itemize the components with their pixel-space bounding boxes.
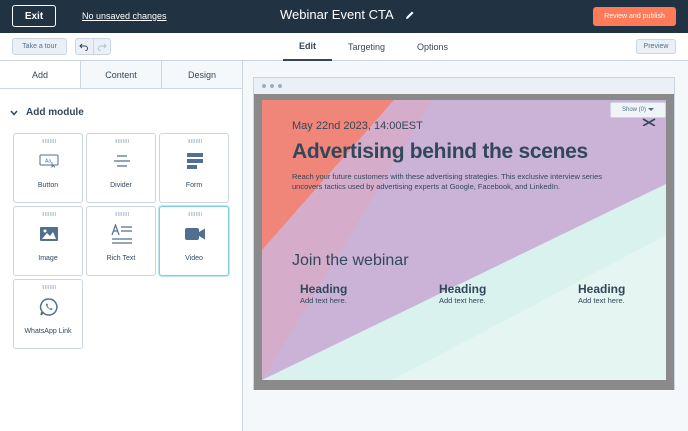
module-tile-whatsapp-link[interactable]: WhatsApp Link [13, 279, 83, 349]
module-label: Form [185, 182, 203, 189]
tab-add[interactable]: Add [0, 61, 80, 88]
drag-handle-icon [115, 139, 129, 143]
column-heading: Heading [578, 282, 626, 296]
undo-icon[interactable] [76, 39, 94, 54]
module-tile-divider[interactable]: Divider [86, 133, 156, 203]
column-heading: Heading [300, 282, 348, 296]
editor-tabs: Edit Targeting Options [283, 33, 464, 61]
tab-content[interactable]: Content [80, 61, 161, 88]
title-group: Webinar Event CTA [280, 7, 416, 22]
page-title: Webinar Event CTA [280, 7, 394, 22]
close-icon[interactable] [642, 118, 656, 126]
pencil-icon[interactable] [404, 9, 416, 21]
image-icon [36, 223, 62, 245]
module-label: Rich Text [106, 255, 136, 262]
divider-icon [109, 150, 135, 172]
module-label: Divider [110, 182, 132, 189]
exit-button[interactable]: Exit [12, 5, 56, 27]
chevron-down-icon [10, 110, 18, 116]
left-panel: Add Content Design Add module Aa Button … [0, 61, 243, 431]
caret-down-icon [648, 108, 654, 111]
cta-column: Heading Add text here. [300, 282, 347, 305]
redo-icon[interactable] [94, 39, 111, 54]
editor-toolbar: Take a tour Edit Targeting Options Previ… [0, 33, 688, 61]
module-label: WhatsApp Link [24, 328, 72, 335]
drag-handle-icon [188, 139, 202, 143]
drag-handle-icon [42, 285, 56, 289]
top-bar: Exit No unsaved changes Webinar Event CT… [0, 0, 688, 33]
column-text: Add text here. [439, 296, 486, 305]
add-module-section-toggle[interactable]: Add module [10, 107, 84, 118]
unsaved-changes-link[interactable]: No unsaved changes [82, 11, 167, 21]
tab-edit[interactable]: Edit [283, 33, 332, 61]
video-icon [182, 223, 208, 245]
show-dropdown-button[interactable]: Show (0) [610, 102, 666, 118]
section-title: Add module [26, 107, 84, 118]
module-tile-form[interactable]: Form [159, 133, 229, 203]
cta-backdrop: Show (0) May 22nd 2023, 14:00EST Adverti… [254, 94, 674, 390]
drag-handle-icon [42, 139, 56, 143]
module-label: Button [37, 182, 59, 189]
cta-popup[interactable]: Show (0) May 22nd 2023, 14:00EST Adverti… [262, 100, 666, 380]
module-tile-video[interactable]: Video [159, 206, 229, 276]
take-a-tour-button[interactable]: Take a tour [12, 38, 67, 55]
column-heading: Heading [439, 282, 487, 296]
cta-column: Heading Add text here. [578, 282, 625, 305]
show-label: Show (0) [621, 107, 646, 113]
svg-text:Aa: Aa [45, 159, 51, 165]
undo-redo-group [75, 38, 111, 55]
window-dot [270, 84, 274, 88]
tab-design[interactable]: Design [161, 61, 242, 88]
cta-headline: Advertising behind the scenes [292, 140, 588, 163]
whatsapp-icon [36, 296, 62, 318]
panel-tabs: Add Content Design [0, 61, 242, 89]
column-text: Add text here. [300, 296, 347, 305]
cta-column: Heading Add text here. [439, 282, 486, 305]
join-heading: Join the webinar [292, 252, 409, 269]
drag-handle-icon [42, 212, 56, 216]
module-label: Video [185, 255, 203, 262]
column-text: Add text here. [578, 296, 625, 305]
event-date: May 22nd 2023, 14:00EST [292, 120, 423, 132]
window-dot [262, 84, 266, 88]
drag-handle-icon [115, 212, 129, 216]
module-tile-image[interactable]: Image [13, 206, 83, 276]
drag-handle-icon [188, 212, 202, 216]
preview-button[interactable]: Preview [636, 39, 676, 54]
button-icon: Aa [36, 150, 62, 172]
rich-text-icon [109, 223, 135, 245]
module-tile-button[interactable]: Aa Button [13, 133, 83, 203]
tab-targeting[interactable]: Targeting [332, 33, 401, 61]
form-icon [182, 150, 208, 172]
module-label: Image [38, 255, 58, 262]
tab-options[interactable]: Options [401, 33, 464, 61]
module-tile-rich-text[interactable]: Rich Text [86, 206, 156, 276]
browser-frame: Show (0) May 22nd 2023, 14:00EST Adverti… [253, 77, 675, 390]
review-and-publish-button[interactable]: Review and publish [593, 7, 676, 26]
browser-chrome [254, 78, 674, 94]
window-dot [278, 84, 282, 88]
cta-description: Reach your future customers with these a… [292, 172, 602, 191]
preview-canvas: Show (0) May 22nd 2023, 14:00EST Adverti… [243, 61, 688, 431]
